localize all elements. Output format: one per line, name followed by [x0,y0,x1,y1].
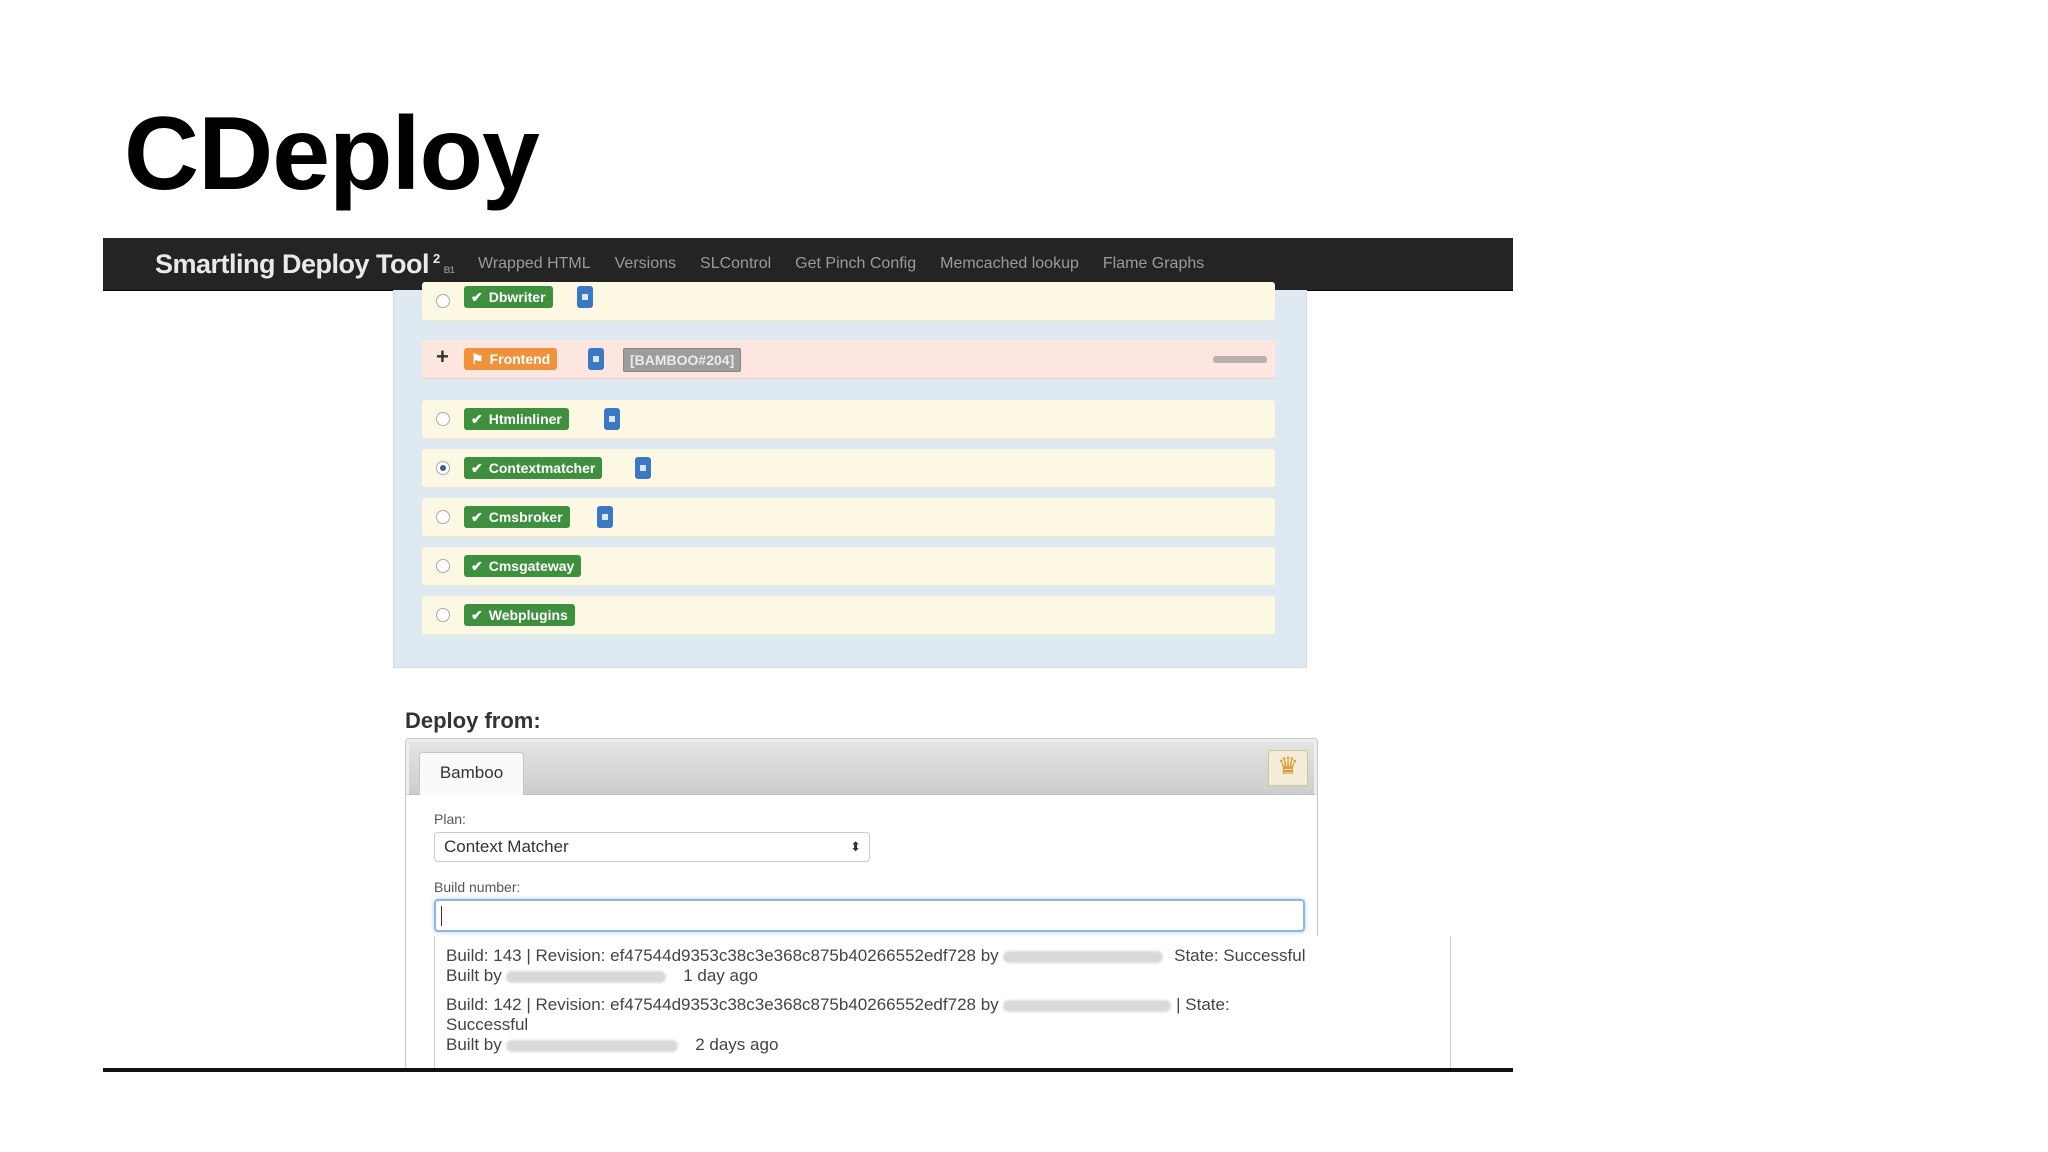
check-icon: ✔ [471,558,483,574]
service-radio[interactable] [436,412,450,426]
service-radio[interactable] [436,510,450,524]
plan-select-value: Context Matcher [444,837,569,856]
flag-icon: ⚑ [471,351,484,367]
nav-get-pinch-config[interactable]: Get Pinch Config [795,255,916,273]
info-icon[interactable] [604,408,620,430]
plan-select[interactable]: Context Matcher ⬍ [434,832,870,862]
service-label[interactable]: ✔ Cmsbroker [464,506,570,528]
slide-title: CDeploy [124,96,540,212]
build-number-input[interactable] [434,899,1305,932]
suggestion-meta: Built by 1 day ago [446,966,758,985]
service-row: ✔ Htmlinliner [422,400,1275,439]
info-icon[interactable] [588,348,604,370]
nav-versions[interactable]: Versions [615,255,676,273]
service-row: ✔ Contextmatcher [422,449,1275,488]
service-radio[interactable] [436,294,450,308]
build-number-label: Build number: [434,879,521,895]
nav-slcontrol[interactable]: SLControl [700,255,771,273]
brand[interactable]: Smartling Deploy Tool 2B1 [155,249,455,280]
nav-wrapped-html[interactable]: Wrapped HTML [478,255,591,273]
suggestion-state: Successful [446,1015,529,1034]
service-row-warning: + ⚑ Frontend [BAMBOO#204] [422,340,1275,379]
brand-version: 2 [433,251,440,266]
bottom-rule [103,1068,1513,1072]
build-tag: [BAMBOO#204] [623,348,742,372]
build-suggestions: Build: 143 | Revision: ef47544d9353c38c3… [434,936,1451,1069]
redacted-name [1003,950,1164,963]
deploy-from-heading: Deploy from: [405,708,541,733]
check-icon: ✔ [471,607,483,623]
service-radio-selected[interactable] [436,461,450,475]
service-label[interactable]: ✔ Dbwriter [464,286,553,308]
service-label[interactable]: ✔ Cmsgateway [464,555,582,577]
service-row: ✔ Cmsgateway [422,547,1275,586]
info-icon[interactable] [597,506,613,528]
check-icon: ✔ [471,411,483,427]
redacted-name [506,970,667,983]
service-label[interactable]: ✔ Htmlinliner [464,408,569,430]
service-label[interactable]: ✔ Contextmatcher [464,457,603,479]
check-icon: ✔ [471,460,483,476]
nav-memcached-lookup[interactable]: Memcached lookup [940,255,1079,273]
redacted-mark [1213,356,1267,363]
plan-label: Plan: [434,811,466,827]
suggestion-meta: Built by 2 days ago [446,1035,779,1054]
check-icon: ✔ [471,509,483,525]
service-label[interactable]: ✔ Webplugins [464,604,575,626]
check-icon: ✔ [471,289,483,305]
suggestion-line: Build: 142 | Revision: ef47544d9353c38c3… [446,995,1230,1014]
suggestion-line: Build: 143 | Revision: ef47544d9353c38c3… [446,946,1306,965]
redacted-name [1003,999,1172,1012]
service-label[interactable]: ⚑ Frontend [464,348,558,370]
services-panel: ✔ Dbwriter + ⚑ Frontend [BAMBOO#204] ✔ Html… [393,282,1307,668]
tab-strip: Bamboo ♛ [406,739,1317,795]
info-icon[interactable] [577,286,593,308]
tab-bamboo[interactable]: Bamboo [419,752,524,795]
service-radio[interactable] [436,559,450,573]
service-radio[interactable] [436,608,450,622]
expand-icon[interactable]: + [436,344,449,370]
service-row: ✔ Webplugins [422,596,1275,635]
brand-sub: B1 [443,265,455,275]
info-icon[interactable] [635,457,651,479]
redacted-name [506,1039,679,1052]
crown-icon[interactable]: ♛ [1268,750,1308,786]
suggestion-item[interactable]: Build: 142 | Revision: ef47544d9353c38c3… [446,995,1446,1055]
brand-name: Smartling Deploy Tool [155,249,430,279]
text-caret [441,906,442,926]
service-row: ✔ Dbwriter [422,282,1275,321]
suggestion-item[interactable]: Build: 143 | Revision: ef47544d9353c38c3… [446,946,1446,986]
nav-flame-graphs[interactable]: Flame Graphs [1103,255,1204,273]
service-row: ✔ Cmsbroker [422,498,1275,537]
select-arrows-icon: ⬍ [850,839,861,854]
